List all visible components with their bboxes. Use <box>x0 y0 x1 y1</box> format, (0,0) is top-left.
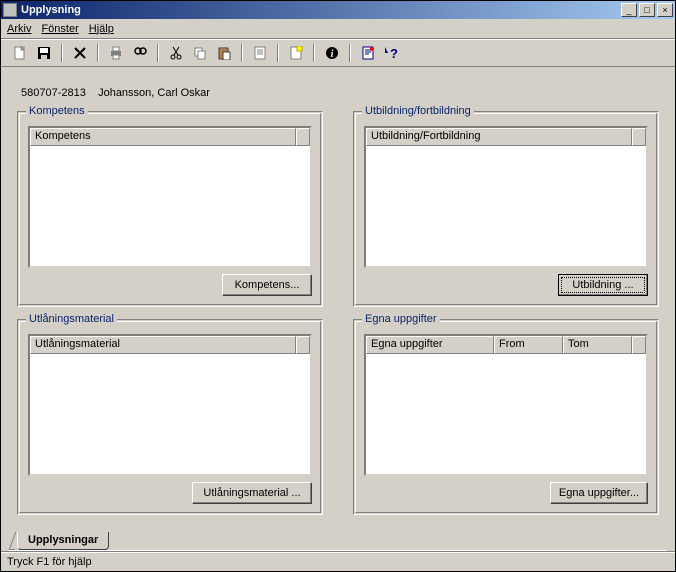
egna-button[interactable]: Egna uppgifter... <box>550 482 648 504</box>
egna-panel: Egna uppgifter Egna uppgifter From Tom E… <box>353 319 659 515</box>
paste-icon[interactable] <box>215 44 233 62</box>
utlaning-col[interactable]: Utlåningsmaterial <box>30 336 296 354</box>
kompetens-legend: Kompetens <box>26 105 88 117</box>
utlaning-list[interactable]: Utlåningsmaterial <box>28 334 312 476</box>
print-icon[interactable] <box>107 44 125 62</box>
svg-text:?: ? <box>390 46 398 60</box>
egna-body <box>366 354 646 474</box>
titlebar: Upplysning _ □ × <box>1 1 675 19</box>
svg-text:i: i <box>331 49 334 60</box>
menubar: Arkiv Fönster Hjälp <box>1 19 675 39</box>
kompetens-col[interactable]: Kompetens <box>30 128 296 146</box>
person-info: 580707-2813 Johansson, Carl Oskar <box>9 75 667 107</box>
filler-col <box>632 128 646 146</box>
filler-col <box>632 336 646 354</box>
menu-hjalp[interactable]: Hjälp <box>89 23 114 35</box>
utlaning-legend: Utlåningsmaterial <box>26 313 117 325</box>
egna-list[interactable]: Egna uppgifter From Tom <box>364 334 648 476</box>
toolbar: i ? <box>1 39 675 67</box>
help-icon[interactable]: ? <box>383 44 401 62</box>
egna-col1[interactable]: Egna uppgifter <box>366 336 494 354</box>
person-name: Johansson, Carl Oskar <box>98 87 210 99</box>
kompetens-body <box>30 146 310 266</box>
kompetens-button[interactable]: Kompetens... <box>222 274 312 296</box>
utlaning-button[interactable]: Utlåningsmaterial ... <box>192 482 312 504</box>
delete-icon[interactable] <box>71 44 89 62</box>
toolbar-separator <box>97 44 99 62</box>
utlaning-panel: Utlåningsmaterial Utlåningsmaterial Utlå… <box>17 319 323 515</box>
new-icon[interactable] <box>11 44 29 62</box>
kompetens-list[interactable]: Kompetens <box>28 126 312 268</box>
tab-upplysningar[interactable]: Upplysningar <box>17 532 109 550</box>
document-icon[interactable] <box>251 44 269 62</box>
utlaning-body <box>30 354 310 474</box>
toolbar-separator <box>313 44 315 62</box>
close-button[interactable]: × <box>657 3 673 17</box>
kompetens-panel: Kompetens Kompetens Kompetens... <box>17 111 323 307</box>
app-window: Upplysning _ □ × Arkiv Fönster Hjälp i ? <box>0 0 676 572</box>
utbildning-body <box>366 146 646 266</box>
cut-icon[interactable] <box>167 44 185 62</box>
save-icon[interactable] <box>35 44 53 62</box>
info-icon[interactable]: i <box>323 44 341 62</box>
utbildning-legend: Utbildning/fortbildning <box>362 105 474 117</box>
utbildning-col[interactable]: Utbildning/Fortbildning <box>366 128 632 146</box>
toolbar-separator <box>157 44 159 62</box>
statusbar: Tryck F1 för hjälp <box>1 551 675 571</box>
properties-icon[interactable] <box>287 44 305 62</box>
utbildning-list[interactable]: Utbildning/Fortbildning <box>364 126 648 268</box>
find-icon[interactable] <box>131 44 149 62</box>
content-area: 580707-2813 Johansson, Carl Oskar Kompet… <box>1 67 675 551</box>
menu-fonster[interactable]: Fönster <box>41 23 78 35</box>
utbildning-button[interactable]: Utbildning ... <box>558 274 648 296</box>
copy-icon[interactable] <box>191 44 209 62</box>
window-title: Upplysning <box>21 4 619 16</box>
minimize-button[interactable]: _ <box>621 3 637 17</box>
note-icon[interactable] <box>359 44 377 62</box>
status-text: Tryck F1 för hjälp <box>7 556 92 568</box>
filler-col <box>296 336 310 354</box>
toolbar-separator <box>277 44 279 62</box>
egna-col2[interactable]: From <box>494 336 563 354</box>
toolbar-separator <box>61 44 63 62</box>
panels-grid: Kompetens Kompetens Kompetens... Utbildn… <box>9 107 667 525</box>
egna-col3[interactable]: Tom <box>563 336 632 354</box>
toolbar-separator <box>241 44 243 62</box>
app-icon <box>3 3 17 17</box>
egna-legend: Egna uppgifter <box>362 313 440 325</box>
filler-col <box>296 128 310 146</box>
utbildning-panel: Utbildning/fortbildning Utbildning/Fortb… <box>353 111 659 307</box>
toolbar-separator <box>349 44 351 62</box>
maximize-button[interactable]: □ <box>639 3 655 17</box>
tabbar: Upplysningar <box>9 529 667 551</box>
person-id: 580707-2813 <box>21 87 86 99</box>
menu-arkiv[interactable]: Arkiv <box>7 23 31 35</box>
